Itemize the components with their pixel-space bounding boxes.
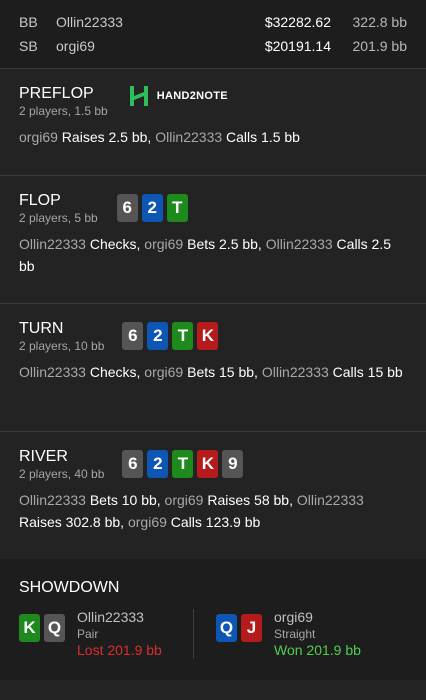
player-name[interactable]: Ollin22333 (56, 14, 241, 30)
showdown-result-lost: Lost 201.9 bb (77, 642, 162, 658)
street-title: RIVER (19, 448, 68, 465)
flop-section: FLOP 2 players, 5 bb 6 2 T Ollin22333 Ch… (0, 176, 426, 304)
action-text: Bets 10 bb, (85, 492, 165, 508)
action-player[interactable]: Ollin22333 (297, 492, 364, 508)
card-jack-hearts: J (241, 614, 262, 642)
action-player[interactable]: Ollin22333 (19, 492, 86, 508)
action-text: Calls 15 bb (328, 364, 403, 380)
action-text: Checks, (85, 364, 145, 380)
card-ten-clubs: T (172, 322, 194, 350)
turn-section: TURN 2 players, 10 bb 6 2 T K Ollin22333… (0, 304, 426, 432)
showdown-info: orgi69 Straight Won 201.9 bb (274, 609, 361, 659)
player-stack-bb: 201.9 bb (352, 38, 408, 54)
board-cards: 6 2 T (116, 194, 188, 222)
board-cards: 6 2 T K 9 (122, 450, 244, 478)
player-row: SB orgi69 $20191.14 201.9 bb (19, 34, 407, 58)
hand-replay-panel: BB Ollin22333 $32282.62 322.8 bb SB orgi… (0, 0, 426, 680)
showdown-result-won: Won 201.9 bb (274, 642, 361, 658)
hand2note-logo: HAND2NOTE (129, 86, 228, 106)
card-two-diamonds: 2 (147, 450, 169, 478)
action-text: Calls 123.9 bb (166, 514, 261, 530)
showdown-player-name[interactable]: orgi69 (274, 609, 361, 626)
action-player[interactable]: Ollin22333 (19, 236, 86, 252)
player-name[interactable]: orgi69 (56, 38, 241, 54)
hole-cards: K Q (19, 614, 65, 642)
card-ten-clubs: T (166, 194, 188, 222)
showdown-hand-rank: Straight (274, 627, 316, 641)
showdown-hand-rank: Pair (77, 627, 99, 641)
hand2note-logo-text: HAND2NOTE (156, 90, 228, 102)
card-six-spades: 6 (122, 322, 144, 350)
board-cards: 6 2 T K (122, 322, 219, 350)
action-player[interactable]: Ollin22333 (266, 236, 333, 252)
card-ten-clubs: T (172, 450, 194, 478)
player-stack-bb: 322.8 bb (352, 14, 408, 30)
player-position: SB (19, 38, 38, 54)
action-text: Raises 58 bb, (203, 492, 297, 508)
showdown-info: Ollin22333 Pair Lost 201.9 bb (77, 609, 162, 659)
action-player[interactable]: orgi69 (19, 129, 58, 145)
action-text: Raises 2.5 bb, (57, 129, 156, 145)
showdown-section: SHOWDOWN K Q Ollin22333 Pair Lost 201.9 … (0, 559, 426, 680)
card-queen-spades: Q (44, 614, 65, 642)
player-stack: $32282.62 (264, 14, 331, 30)
street-title: PREFLOP (19, 85, 94, 102)
preflop-section: PREFLOP 2 players, 1.5 bb HAND2NOTE orgi… (0, 69, 426, 176)
street-actions: Ollin22333 Checks, orgi69 Bets 2.5 bb, O… (19, 233, 407, 277)
street-summary: 2 players, 5 bb (19, 211, 98, 225)
street-actions: Ollin22333 Checks, orgi69 Bets 15 bb, Ol… (19, 361, 407, 383)
card-two-diamonds: 2 (147, 322, 169, 350)
street-actions: orgi69 Raises 2.5 bb, Ollin22333 Calls 1… (19, 126, 407, 148)
player-stack: $20191.14 (264, 38, 331, 54)
action-text: Bets 2.5 bb, (183, 236, 266, 252)
hole-cards: Q J (216, 614, 262, 642)
card-king-hearts: K (197, 322, 219, 350)
street-actions: Ollin22333 Bets 10 bb, orgi69 Raises 58 … (19, 489, 407, 533)
action-player[interactable]: orgi69 (165, 492, 204, 508)
player-row: BB Ollin22333 $32282.62 322.8 bb (19, 10, 407, 34)
action-text: Bets 15 bb, (183, 364, 262, 380)
action-player[interactable]: Ollin22333 (155, 129, 222, 145)
action-player[interactable]: orgi69 (128, 514, 167, 530)
showdown-player: K Q Ollin22333 Pair Lost 201.9 bb (19, 609, 193, 659)
card-king-hearts: K (197, 450, 219, 478)
player-position: BB (19, 14, 38, 30)
card-nine-spades: 9 (222, 450, 244, 478)
action-player[interactable]: orgi69 (144, 236, 183, 252)
card-six-spades: 6 (116, 194, 138, 222)
action-text: Raises 302.8 bb, (19, 514, 128, 530)
action-text: Checks, (85, 236, 145, 252)
players-table: BB Ollin22333 $32282.62 322.8 bb SB orgi… (0, 0, 426, 69)
card-six-spades: 6 (122, 450, 144, 478)
card-queen-diamonds: Q (216, 614, 237, 642)
street-summary: 2 players, 40 bb (19, 467, 105, 481)
showdown-player: Q J orgi69 Straight Won 201.9 bb (216, 609, 390, 659)
street-summary: 2 players, 1.5 bb (19, 104, 108, 118)
river-section: RIVER 2 players, 40 bb 6 2 T K 9 Ollin22… (0, 432, 426, 559)
showdown-title: SHOWDOWN (19, 579, 120, 596)
card-king-clubs: K (19, 614, 40, 642)
action-player[interactable]: Ollin22333 (262, 364, 329, 380)
hand2note-logo-icon (129, 86, 148, 106)
street-title: TURN (19, 320, 64, 337)
street-title: FLOP (19, 192, 61, 209)
action-text: Calls 1.5 bb (222, 129, 300, 145)
showdown-divider (193, 609, 194, 659)
action-player[interactable]: orgi69 (144, 364, 183, 380)
street-summary: 2 players, 10 bb (19, 339, 105, 353)
action-player[interactable]: Ollin22333 (19, 364, 86, 380)
showdown-player-name[interactable]: Ollin22333 (77, 609, 162, 626)
card-two-diamonds: 2 (141, 194, 163, 222)
showdown-results: K Q Ollin22333 Pair Lost 201.9 bb Q J or… (19, 609, 407, 659)
